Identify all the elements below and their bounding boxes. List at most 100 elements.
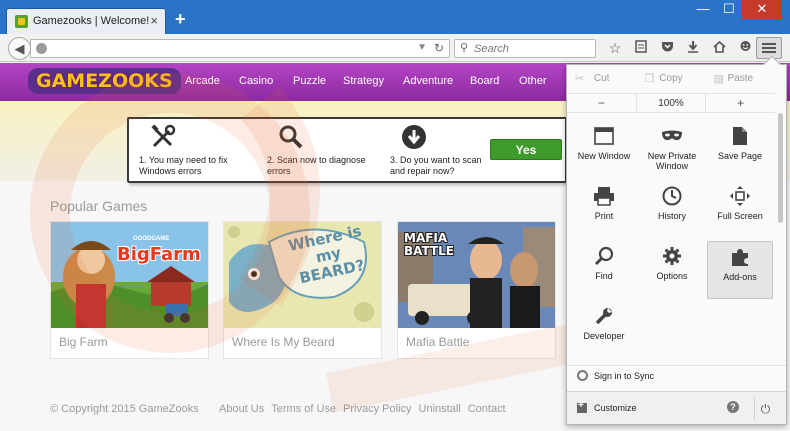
quit-power-icon[interactable]: ⏻ [754,398,776,420]
menu-history[interactable]: History [639,181,705,239]
downloads-icon[interactable] [680,37,706,59]
copy-icon: ❐ [644,73,655,85]
zoom-out-button[interactable]: − [567,94,636,112]
cut-button[interactable]: ✂ Cut [567,69,636,89]
magnifier-icon [277,123,305,151]
home-icon[interactable] [706,37,732,59]
sign-in-to-sync-button[interactable]: Sign in to Sync [567,365,786,387]
hello-chat-icon[interactable] [732,37,758,59]
new-tab-button[interactable]: + [175,10,186,28]
nav-other[interactable]: Other [519,75,559,87]
menu-print[interactable]: Print [571,181,637,239]
step-2-text: 2. Scan now to diagnose errors [267,155,366,176]
url-dropdown-icon[interactable]: ▼ [417,42,427,53]
menu-save-page[interactable]: Save Page [707,121,773,179]
footer-terms-link[interactable]: Terms of Use [271,403,336,415]
tab-close-button[interactable]: × [150,13,158,28]
minimize-button[interactable]: — [690,0,716,20]
copyright-text: © Copyright 2015 GameZooks [50,403,199,415]
nav-board[interactable]: Board [470,75,519,87]
bookmarks-menu-icon[interactable] [628,37,654,59]
game-title[interactable]: Where Is My Beard [232,335,335,349]
customize-button[interactable]: Customize [594,403,637,413]
menu-find[interactable]: Find [571,241,637,299]
copy-label: Copy [659,73,683,84]
scissors-icon: ✂ [575,73,585,85]
tools-icon [149,123,177,151]
menu-options[interactable]: Options [639,241,705,299]
menu-developer[interactable]: Developer [571,301,637,359]
footer-contact-link[interactable]: Contact [468,403,506,415]
clipboard-icon: ▤ [713,73,725,85]
customize-icon[interactable] [577,400,587,413]
zoom-in-button[interactable]: + [706,94,775,112]
mask-icon [639,121,705,151]
url-bar[interactable]: ▼ ↻ [30,39,450,58]
yes-button[interactable]: Yes [490,139,562,160]
step-scan: 2. Scan now to diagnose errors [267,123,387,177]
game-card-mafia-battle[interactable]: MAFIA BATTLE Mafia Battle [397,221,556,359]
maximize-button[interactable]: ☐ [716,0,742,20]
nav-puzzle[interactable]: Puzzle [293,75,343,87]
back-button[interactable]: ◀ [8,37,31,60]
menu-add-ons[interactable]: Add-ons [707,241,773,299]
navigation-toolbar: ▼ ↻ ◀ ⚲ ☆ [0,34,790,62]
menu-item-label: Full Screen [717,211,763,221]
menu-full-screen[interactable]: Full Screen [707,181,773,239]
scrollbar-thumb[interactable] [778,113,783,223]
big-farm-thumbnail[interactable]: BigFarm GOODGAME [51,222,208,328]
menu-footer: Customize ? ⏻ [567,391,786,424]
puzzle-icon [708,242,772,272]
tab-title: Gamezooks | Welcome! [33,15,150,27]
window-icon [571,121,637,151]
pocket-icon[interactable] [654,37,680,59]
mafia-battle-logo-text: MAFIA BATTLE [404,231,454,258]
menu-new-window[interactable]: New Window [571,121,637,179]
clock-icon [639,181,705,211]
footer-privacy-link[interactable]: Privacy Policy [343,403,411,415]
toolbar-icons: ☆ [602,37,758,59]
menu-bar-line [762,51,776,53]
site-footer: © Copyright 2015 GameZooks About Us Term… [50,403,506,415]
copy-button[interactable]: ❐ Copy [636,69,705,89]
nav-casino[interactable]: Casino [239,75,293,87]
game-card-where-is-my-beard[interactable]: Where is my BEARD? Where Is My Beard [223,221,382,359]
menu-item-label: Save Page [717,151,763,161]
open-menu-button[interactable] [756,37,782,59]
site-favicon-icon [15,15,28,28]
edit-controls: ✂ Cut ❐ Copy ▤ Paste [567,69,775,89]
search-input[interactable] [474,42,589,56]
menu-new-private-window[interactable]: New Private Window [639,121,705,179]
bookmark-star-icon[interactable]: ☆ [602,37,628,59]
search-bar[interactable]: ⚲ [454,39,596,58]
mafia-battle-thumbnail[interactable]: MAFIA BATTLE [398,222,555,328]
beard-thumbnail[interactable]: Where is my BEARD? [224,222,381,328]
game-title[interactable]: Big Farm [59,335,108,349]
menu-item-label: Options [656,271,688,281]
search-icon: ⚲ [460,42,469,54]
close-window-button[interactable]: ✕ [742,0,782,20]
footer-uninstall-link[interactable]: Uninstall [419,403,461,415]
window-titlebar: Gamezooks | Welcome! × + — ☐ ✕ [0,0,790,34]
nav-adventure[interactable]: Adventure [403,75,470,87]
reload-icon[interactable]: ↻ [434,41,444,55]
search-icon [571,241,637,271]
game-title[interactable]: Mafia Battle [406,335,469,349]
browser-tab[interactable]: Gamezooks | Welcome! × [6,8,166,34]
nav-arcade[interactable]: Arcade [185,75,239,87]
paste-button[interactable]: ▤ Paste [706,69,775,89]
footer-links: About Us Terms of Use Privacy Policy Uni… [219,403,513,415]
sync-icon [577,370,588,381]
paste-label: Paste [727,73,754,84]
big-farm-logo-text: BigFarm [117,244,201,265]
zoom-reset-button[interactable]: 100% [635,94,707,112]
step-3-text: 3. Do you want to scan and repair now? [390,155,482,176]
globe-icon [36,43,47,54]
game-card-big-farm[interactable]: BigFarm GOODGAME Big Farm [50,221,209,359]
gamezooks-logo[interactable]: GAMEZOOKS [28,68,181,94]
menu-item-label: History [657,211,686,221]
nav-strategy[interactable]: Strategy [343,75,403,87]
menu-scrollbar[interactable] [777,113,784,353]
footer-about-link[interactable]: About Us [219,403,264,415]
help-icon[interactable]: ? [727,401,739,413]
